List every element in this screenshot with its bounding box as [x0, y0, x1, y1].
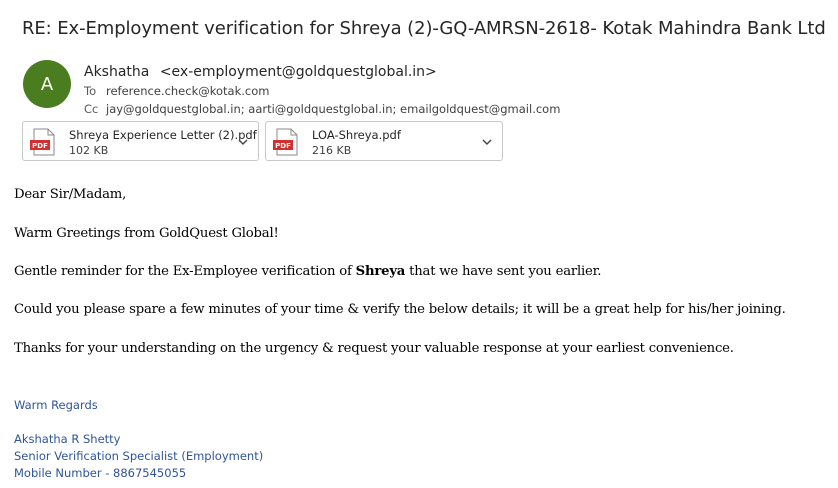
chevron-down-icon[interactable]: [480, 135, 494, 149]
chevron-down-icon[interactable]: [236, 135, 250, 149]
svg-text:PDF: PDF: [275, 142, 291, 150]
attachment-card[interactable]: PDF LOA-Shreya.pdf 216 KB: [265, 121, 503, 161]
body-line-request: Could you please spare a few minutes of …: [14, 302, 786, 317]
signature-mobile: Mobile Number - 8867545055: [14, 466, 187, 480]
attachment-card[interactable]: PDF Shreya Experience Letter (2).pdf 102…: [22, 121, 259, 161]
cc-label: Cc: [84, 102, 99, 116]
sender-avatar[interactable]: A: [23, 60, 71, 108]
cc-row: Cc jay@goldquestglobal.in; aarti@goldques…: [84, 102, 560, 116]
body-line-thanks: Thanks for your understanding on the urg…: [14, 341, 734, 356]
body-reminder-text: Gentle reminder for the Ex-Employee veri…: [14, 264, 356, 279]
body-greeting: Dear Sir/Madam,: [14, 187, 127, 202]
attachment-size: 102 KB: [69, 144, 109, 157]
pdf-icon: PDF: [273, 128, 298, 156]
pdf-icon: PDF: [30, 128, 55, 156]
sender-email[interactable]: <ex-employment@goldquestglobal.in>: [160, 64, 437, 80]
to-recipients[interactable]: reference.check@kotak.com: [106, 84, 269, 98]
body-line-greetings: Warm Greetings from GoldQuest Global!: [14, 226, 279, 241]
sender-line: Akshatha <ex-employment@goldquestglobal.…: [84, 64, 437, 80]
to-row: To reference.check@kotak.com: [84, 84, 269, 98]
attachment-name: Shreya Experience Letter (2).pdf: [69, 128, 257, 142]
body-candidate-name: Shreya: [355, 264, 406, 279]
email-subject: RE: Ex-Employment verification for Shrey…: [22, 18, 826, 39]
attachment-size: 216 KB: [312, 144, 352, 157]
signature-name: Akshatha R Shetty: [14, 432, 121, 446]
to-label: To: [84, 84, 97, 98]
signature-title: Senior Verification Specialist (Employme…: [14, 449, 264, 463]
body-reminder-text-end: that we have sent you earlier.: [405, 264, 602, 279]
attachment-name: LOA-Shreya.pdf: [312, 128, 401, 142]
sender-name[interactable]: Akshatha: [84, 64, 149, 80]
cc-recipients[interactable]: jay@goldquestglobal.in; aarti@goldquestg…: [106, 102, 560, 116]
body-line-reminder: Gentle reminder for the Ex-Employee veri…: [14, 264, 601, 279]
svg-text:PDF: PDF: [32, 142, 48, 150]
signature-closing: Warm Regards: [14, 398, 98, 412]
